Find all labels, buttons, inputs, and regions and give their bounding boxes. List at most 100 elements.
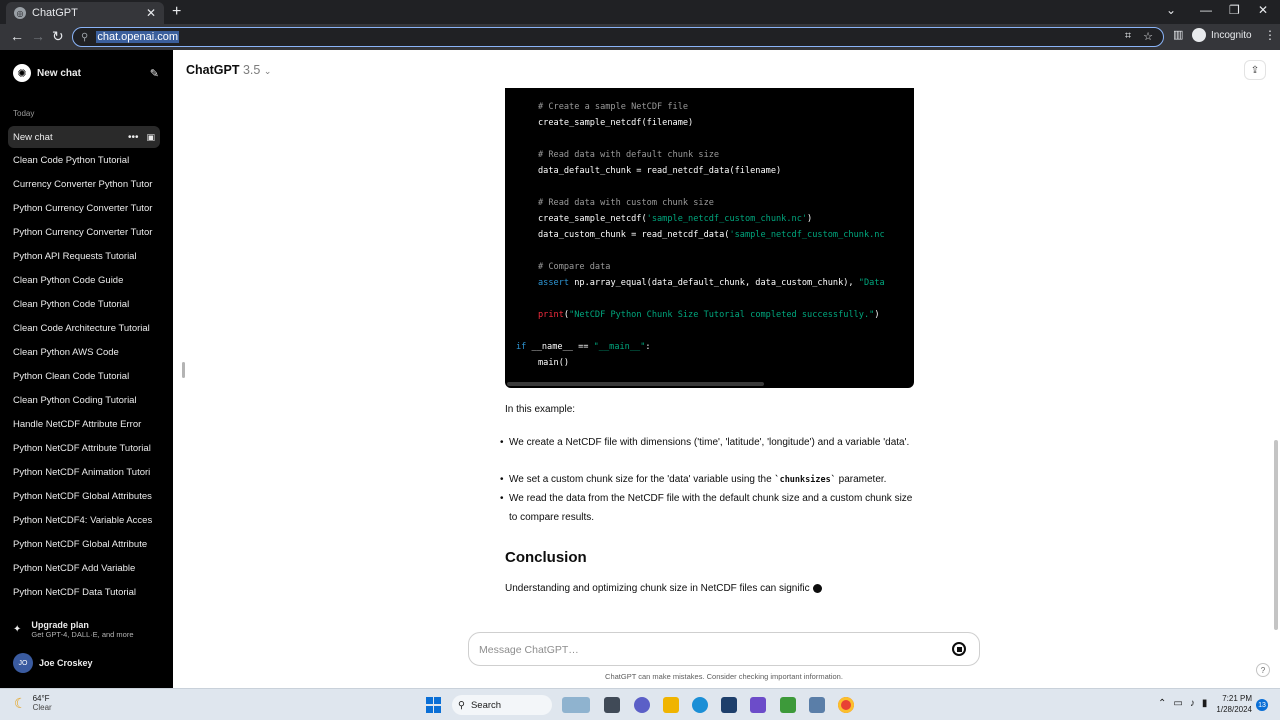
sidebar-item[interactable]: Python Currency Converter Tutor	[13, 203, 153, 214]
model-version: 3.5	[242, 63, 261, 77]
list-item-text: We read the data from the NetCDF file wi…	[509, 493, 913, 523]
app-icon[interactable]	[809, 697, 825, 713]
app-icon[interactable]	[780, 697, 796, 713]
weather-condition: Clear	[32, 703, 52, 712]
sidebar-item[interactable]: Python NetCDF Animation Tutori	[13, 467, 153, 478]
code-line: assert np.array_equal(data_default_chunk…	[538, 278, 885, 288]
code-token: :	[645, 342, 651, 352]
close-tab-icon[interactable]: ✕	[146, 6, 156, 20]
taskbar-search-label: Search	[470, 699, 502, 711]
sidebar-item[interactable]: Clean Python Code Guide	[13, 275, 153, 286]
model-name: ChatGPT	[186, 63, 240, 77]
forward-icon[interactable]: →	[31, 28, 45, 44]
new-tab-icon[interactable]: +	[172, 3, 181, 21]
stop-generating-button[interactable]	[952, 642, 966, 656]
app-icon[interactable]	[750, 697, 766, 713]
sidebar-item[interactable]: Python NetCDF4: Variable Acces	[13, 515, 153, 526]
sidebar-item[interactable]: Python NetCDF Global Attributes	[13, 491, 153, 502]
sidebar-item[interactable]: Python NetCDF Add Variable	[13, 563, 153, 574]
store-icon[interactable]	[721, 697, 737, 713]
edge-icon[interactable]	[692, 697, 708, 713]
sidebar-item[interactable]: Python NetCDF Data Tutorial	[13, 587, 153, 598]
file-explorer-icon[interactable]	[663, 697, 679, 713]
battery-icon[interactable]: ▮	[1202, 698, 1208, 709]
taskbar-clock[interactable]: 7:21 PM 1/28/2024	[1212, 693, 1252, 715]
chevron-up-icon[interactable]: ⌃	[1158, 698, 1166, 709]
bookmark-star-icon[interactable]: ☆	[1143, 30, 1153, 43]
code-token: "NetCDF Python Chunk Size Tutorial compl…	[569, 310, 875, 320]
tab-search-icon[interactable]: ⌄	[1166, 3, 1176, 17]
back-icon[interactable]: ←	[10, 28, 24, 44]
browser-tab[interactable]: ◎ ChatGPT ✕	[6, 2, 164, 24]
incognito-label: Incognito	[1211, 29, 1252, 41]
sidebar-item[interactable]: Clean Python Code Tutorial	[13, 299, 153, 310]
more-options-icon[interactable]: •••	[128, 132, 139, 143]
list-item: • We read the data from the NetCDF file …	[500, 490, 920, 527]
system-tray: ⌃ ▭ ♪ ▮	[1158, 698, 1207, 709]
new-chat-button[interactable]: ✺ New chat ✎	[13, 64, 159, 82]
widgets-icon[interactable]	[562, 697, 590, 713]
incognito-badge[interactable]: Incognito	[1192, 28, 1252, 42]
code-token: print	[538, 310, 564, 320]
windows-start-icon[interactable]	[426, 697, 442, 713]
site-info-icon[interactable]: ⚲	[81, 32, 88, 43]
upgrade-title: Upgrade plan	[31, 620, 89, 630]
share-icon: ⇪	[1250, 64, 1260, 76]
code-line: create_sample_netcdf('sample_netcdf_cust…	[538, 214, 812, 224]
minimize-icon[interactable]: —	[1200, 3, 1212, 17]
taskbar-search[interactable]: ⚲ Search	[452, 695, 552, 715]
sidebar-item[interactable]: Python API Requests Tutorial	[13, 251, 153, 262]
code-line: data_custom_chunk = read_netcdf_data('sa…	[538, 230, 885, 240]
code-token: assert	[538, 278, 570, 288]
sidebar-item[interactable]: Python NetCDF Attribute Tutorial	[13, 443, 153, 454]
main-vertical-scrollbar[interactable]	[1274, 440, 1278, 630]
sidebar-collapse-handle[interactable]	[182, 362, 185, 378]
message-composer	[468, 632, 980, 666]
address-bar-row: ← → ↻ ⚲ chat.openai.com ⌗ ☆ ▥ Incognito …	[0, 24, 1280, 50]
text-run: We set a custom chunk size for the 'data…	[509, 474, 775, 485]
conclusion-text: Understanding and optimizing chunk size …	[505, 583, 810, 594]
section-heading: Conclusion	[505, 549, 587, 566]
teams-chat-icon[interactable]	[634, 697, 650, 713]
archive-icon[interactable]: ▣	[146, 132, 155, 143]
weather-temp: 64°F	[32, 694, 50, 703]
message-input[interactable]	[479, 641, 939, 659]
sidebar-item[interactable]: Currency Converter Python Tutor	[13, 179, 153, 190]
sidebar-item[interactable]: Clean Python Coding Tutorial	[13, 395, 153, 406]
compose-icon[interactable]: ✎	[150, 67, 159, 80]
browser-menu-icon[interactable]: ⋮	[1264, 28, 1276, 42]
url-text: chat.openai.com	[96, 31, 180, 43]
moon-icon: ☾	[14, 694, 27, 711]
close-window-icon[interactable]: ✕	[1258, 3, 1268, 17]
sidebar-item-active[interactable]: New chat ••• ▣	[8, 126, 160, 148]
chevron-down-icon: ⌄	[263, 66, 272, 76]
sidebar-item[interactable]: Clean Python AWS Code	[13, 347, 153, 358]
url-field[interactable]: ⚲ chat.openai.com ⌗ ☆	[72, 27, 1164, 47]
reload-icon[interactable]: ↻	[52, 28, 64, 45]
network-icon[interactable]: ▭	[1173, 698, 1182, 709]
side-panel-icon[interactable]: ▥	[1173, 28, 1183, 41]
code-horizontal-scrollbar[interactable]	[507, 382, 764, 386]
weather-widget[interactable]: ☾ 64°F Clear	[14, 694, 52, 712]
help-button[interactable]: ?	[1256, 663, 1270, 677]
sidebar-item[interactable]: Handle NetCDF Attribute Error	[13, 419, 153, 430]
user-menu-button[interactable]: JO Joe Croskey	[13, 653, 93, 673]
sidebar-item[interactable]: Python Clean Code Tutorial	[13, 371, 153, 382]
stop-icon	[956, 646, 962, 652]
upgrade-plan-button[interactable]: ✦ Upgrade plan Get GPT-4, DALL·E, and mo…	[13, 620, 134, 639]
sidebar-item[interactable]: Clean Code Architecture Tutorial	[13, 323, 153, 334]
model-selector[interactable]: ChatGPT 3.5 ⌄	[186, 63, 271, 77]
qr-share-icon[interactable]: ⌗	[1125, 30, 1131, 43]
sidebar-item[interactable]: Python Currency Converter Tutor	[13, 227, 153, 238]
volume-icon[interactable]: ♪	[1190, 698, 1195, 709]
chrome-icon[interactable]	[838, 697, 854, 713]
share-button[interactable]: ⇪	[1244, 60, 1266, 80]
sidebar-item[interactable]: Python NetCDF Global Attribute	[13, 539, 153, 550]
task-view-icon[interactable]	[604, 697, 620, 713]
notification-badge[interactable]: 13	[1256, 699, 1268, 711]
code-token: if	[516, 342, 527, 352]
restore-icon[interactable]: ❐	[1229, 3, 1240, 17]
sparkle-icon: ✦	[13, 624, 22, 635]
code-line: # Read data with custom chunk size	[538, 198, 714, 208]
sidebar-item[interactable]: Clean Code Python Tutorial	[13, 155, 153, 166]
